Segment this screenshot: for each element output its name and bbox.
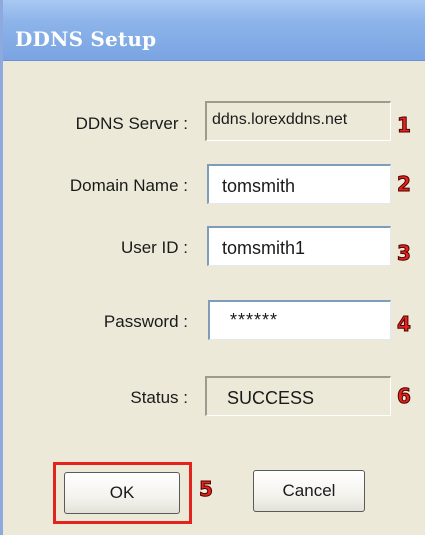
window-title: DDNS Setup: [15, 27, 157, 51]
ddns-setup-dialog: DDNS Setup DDNS Server : ddns.lorexddns.…: [0, 0, 425, 535]
cancel-button[interactable]: Cancel: [253, 470, 365, 512]
status-field: SUCCESS: [205, 376, 391, 416]
password-value: ******: [230, 310, 279, 330]
password-label: Password :: [103, 312, 188, 331]
title-bar[interactable]: DDNS Setup: [3, 0, 425, 61]
ok-button-highlight: [53, 462, 192, 524]
ddns-server-field: ddns.lorexddns.net: [205, 101, 391, 141]
annotation-marker-4: 4: [397, 312, 412, 337]
annotation-marker-1: 1: [397, 113, 412, 138]
password-input[interactable]: ******: [208, 300, 391, 340]
user-id-label: User ID :: [120, 238, 188, 257]
domain-name-label: Domain Name :: [69, 176, 188, 195]
domain-name-value: tomsmith: [222, 176, 296, 196]
annotation-marker-3: 3: [397, 241, 412, 266]
ddns-server-value: ddns.lorexddns.net: [212, 111, 348, 128]
status-value: SUCCESS: [227, 388, 315, 408]
ddns-server-label: DDNS Server :: [75, 114, 188, 133]
domain-name-input[interactable]: tomsmith: [207, 164, 391, 204]
annotation-marker-6: 6: [397, 384, 412, 409]
user-id-input[interactable]: tomsmith1: [207, 226, 391, 266]
user-id-value: tomsmith1: [222, 238, 306, 258]
status-label: Status :: [130, 388, 188, 407]
annotation-marker-5: 5: [199, 477, 214, 502]
annotation-marker-2: 2: [397, 172, 412, 197]
